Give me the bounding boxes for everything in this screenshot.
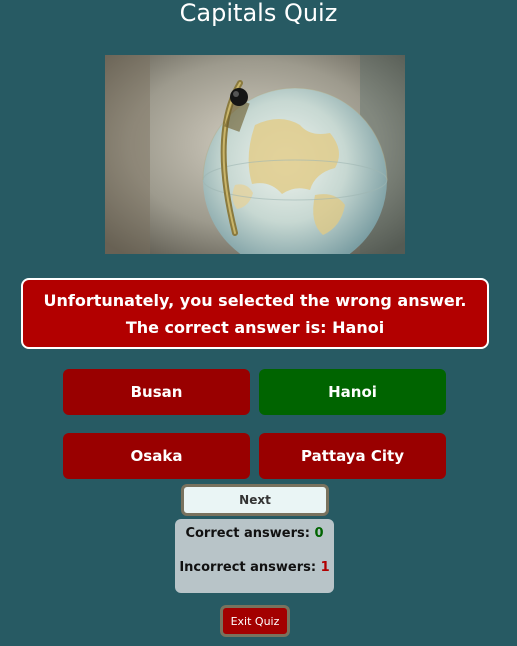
score-panel: Correct answers: 0 Incorrect answers: 1 xyxy=(175,519,334,593)
exit-quiz-button[interactable]: Exit Quiz xyxy=(220,605,290,637)
globe-image xyxy=(105,55,405,254)
answer-button-osaka[interactable]: Osaka xyxy=(63,433,250,479)
incorrect-answers-label: Incorrect answers: xyxy=(179,560,317,575)
quiz-page: Capitals Quiz Unfortunately, you selecte… xyxy=(0,0,517,646)
page-title: Capitals Quiz xyxy=(179,0,338,27)
answer-button-pattaya-city[interactable]: Pattaya City xyxy=(259,433,446,479)
next-button[interactable]: Next xyxy=(181,484,329,516)
incorrect-answers-count: 1 xyxy=(320,560,330,575)
answer-button-hanoi[interactable]: Hanoi xyxy=(259,369,446,415)
incorrect-answers-row: Incorrect answers: 1 xyxy=(175,560,334,575)
correct-answers-count: 0 xyxy=(314,526,324,541)
correct-answers-row: Correct answers: 0 xyxy=(175,526,334,541)
correct-answers-label: Correct answers: xyxy=(185,526,310,541)
answer-button-busan[interactable]: Busan xyxy=(63,369,250,415)
answer-feedback-banner: Unfortunately, you selected the wrong an… xyxy=(21,278,489,349)
